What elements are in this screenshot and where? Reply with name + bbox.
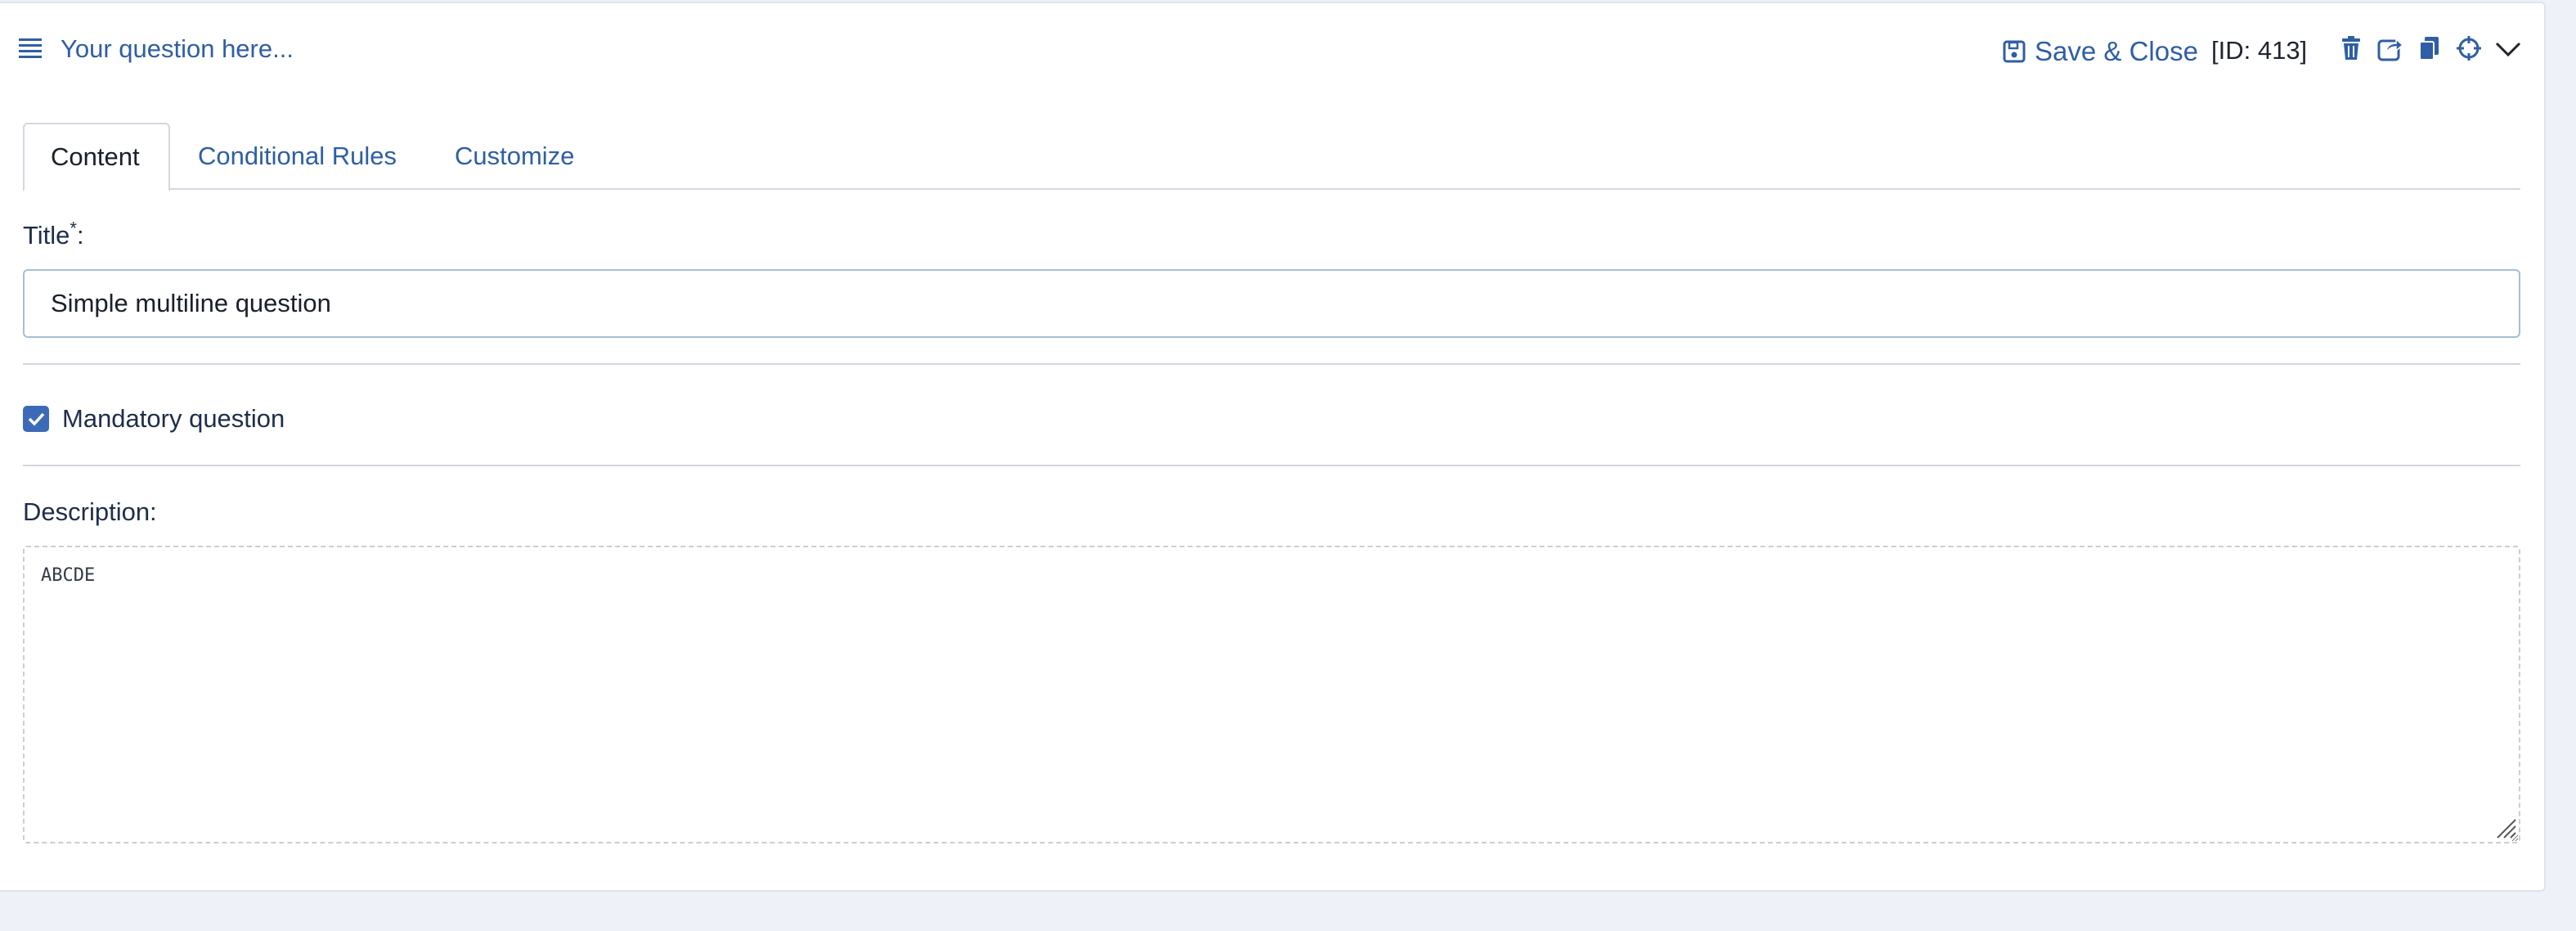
copy-icon[interactable] [2416,34,2444,62]
tab-bar: Content Conditional Rules Customize [23,123,2520,191]
chevron-down-icon[interactable] [2494,34,2522,62]
question-title-text[interactable]: Your question here... [61,34,294,64]
tab-customize[interactable]: Customize [429,123,600,190]
question-header: Your question here... Save & Close [ID: … [0,3,2544,93]
crosshair-icon[interactable] [2455,34,2483,62]
title-label-colon: : [76,221,84,250]
checkmark-icon [28,412,45,426]
title-label: Title*: [23,218,84,250]
drag-handle-icon[interactable] [18,36,43,61]
mandatory-label[interactable]: Mandatory question [62,404,285,434]
description-textarea[interactable]: ABCDE [23,546,2520,843]
required-marker: * [70,218,77,239]
save-close-button[interactable]: Save & Close [2002,36,2198,67]
description-label: Description: [23,497,157,526]
question-editor-card: Your question here... Save & Close [ID: … [0,2,2546,892]
tab-conditional-rules[interactable]: Conditional Rules [172,123,423,190]
trash-icon[interactable] [2337,34,2365,62]
divider [23,465,2520,466]
title-label-text: Title [23,221,70,250]
divider [23,363,2520,365]
question-id: [ID: 413] [2211,36,2308,65]
title-input[interactable] [23,269,2520,338]
mandatory-checkbox[interactable] [23,406,49,432]
share-icon[interactable] [2376,34,2404,62]
save-icon [2002,39,2026,64]
resize-grip-icon[interactable] [2494,816,2517,839]
tab-content[interactable]: Content [23,123,170,191]
save-close-label: Save & Close [2035,36,2198,66]
